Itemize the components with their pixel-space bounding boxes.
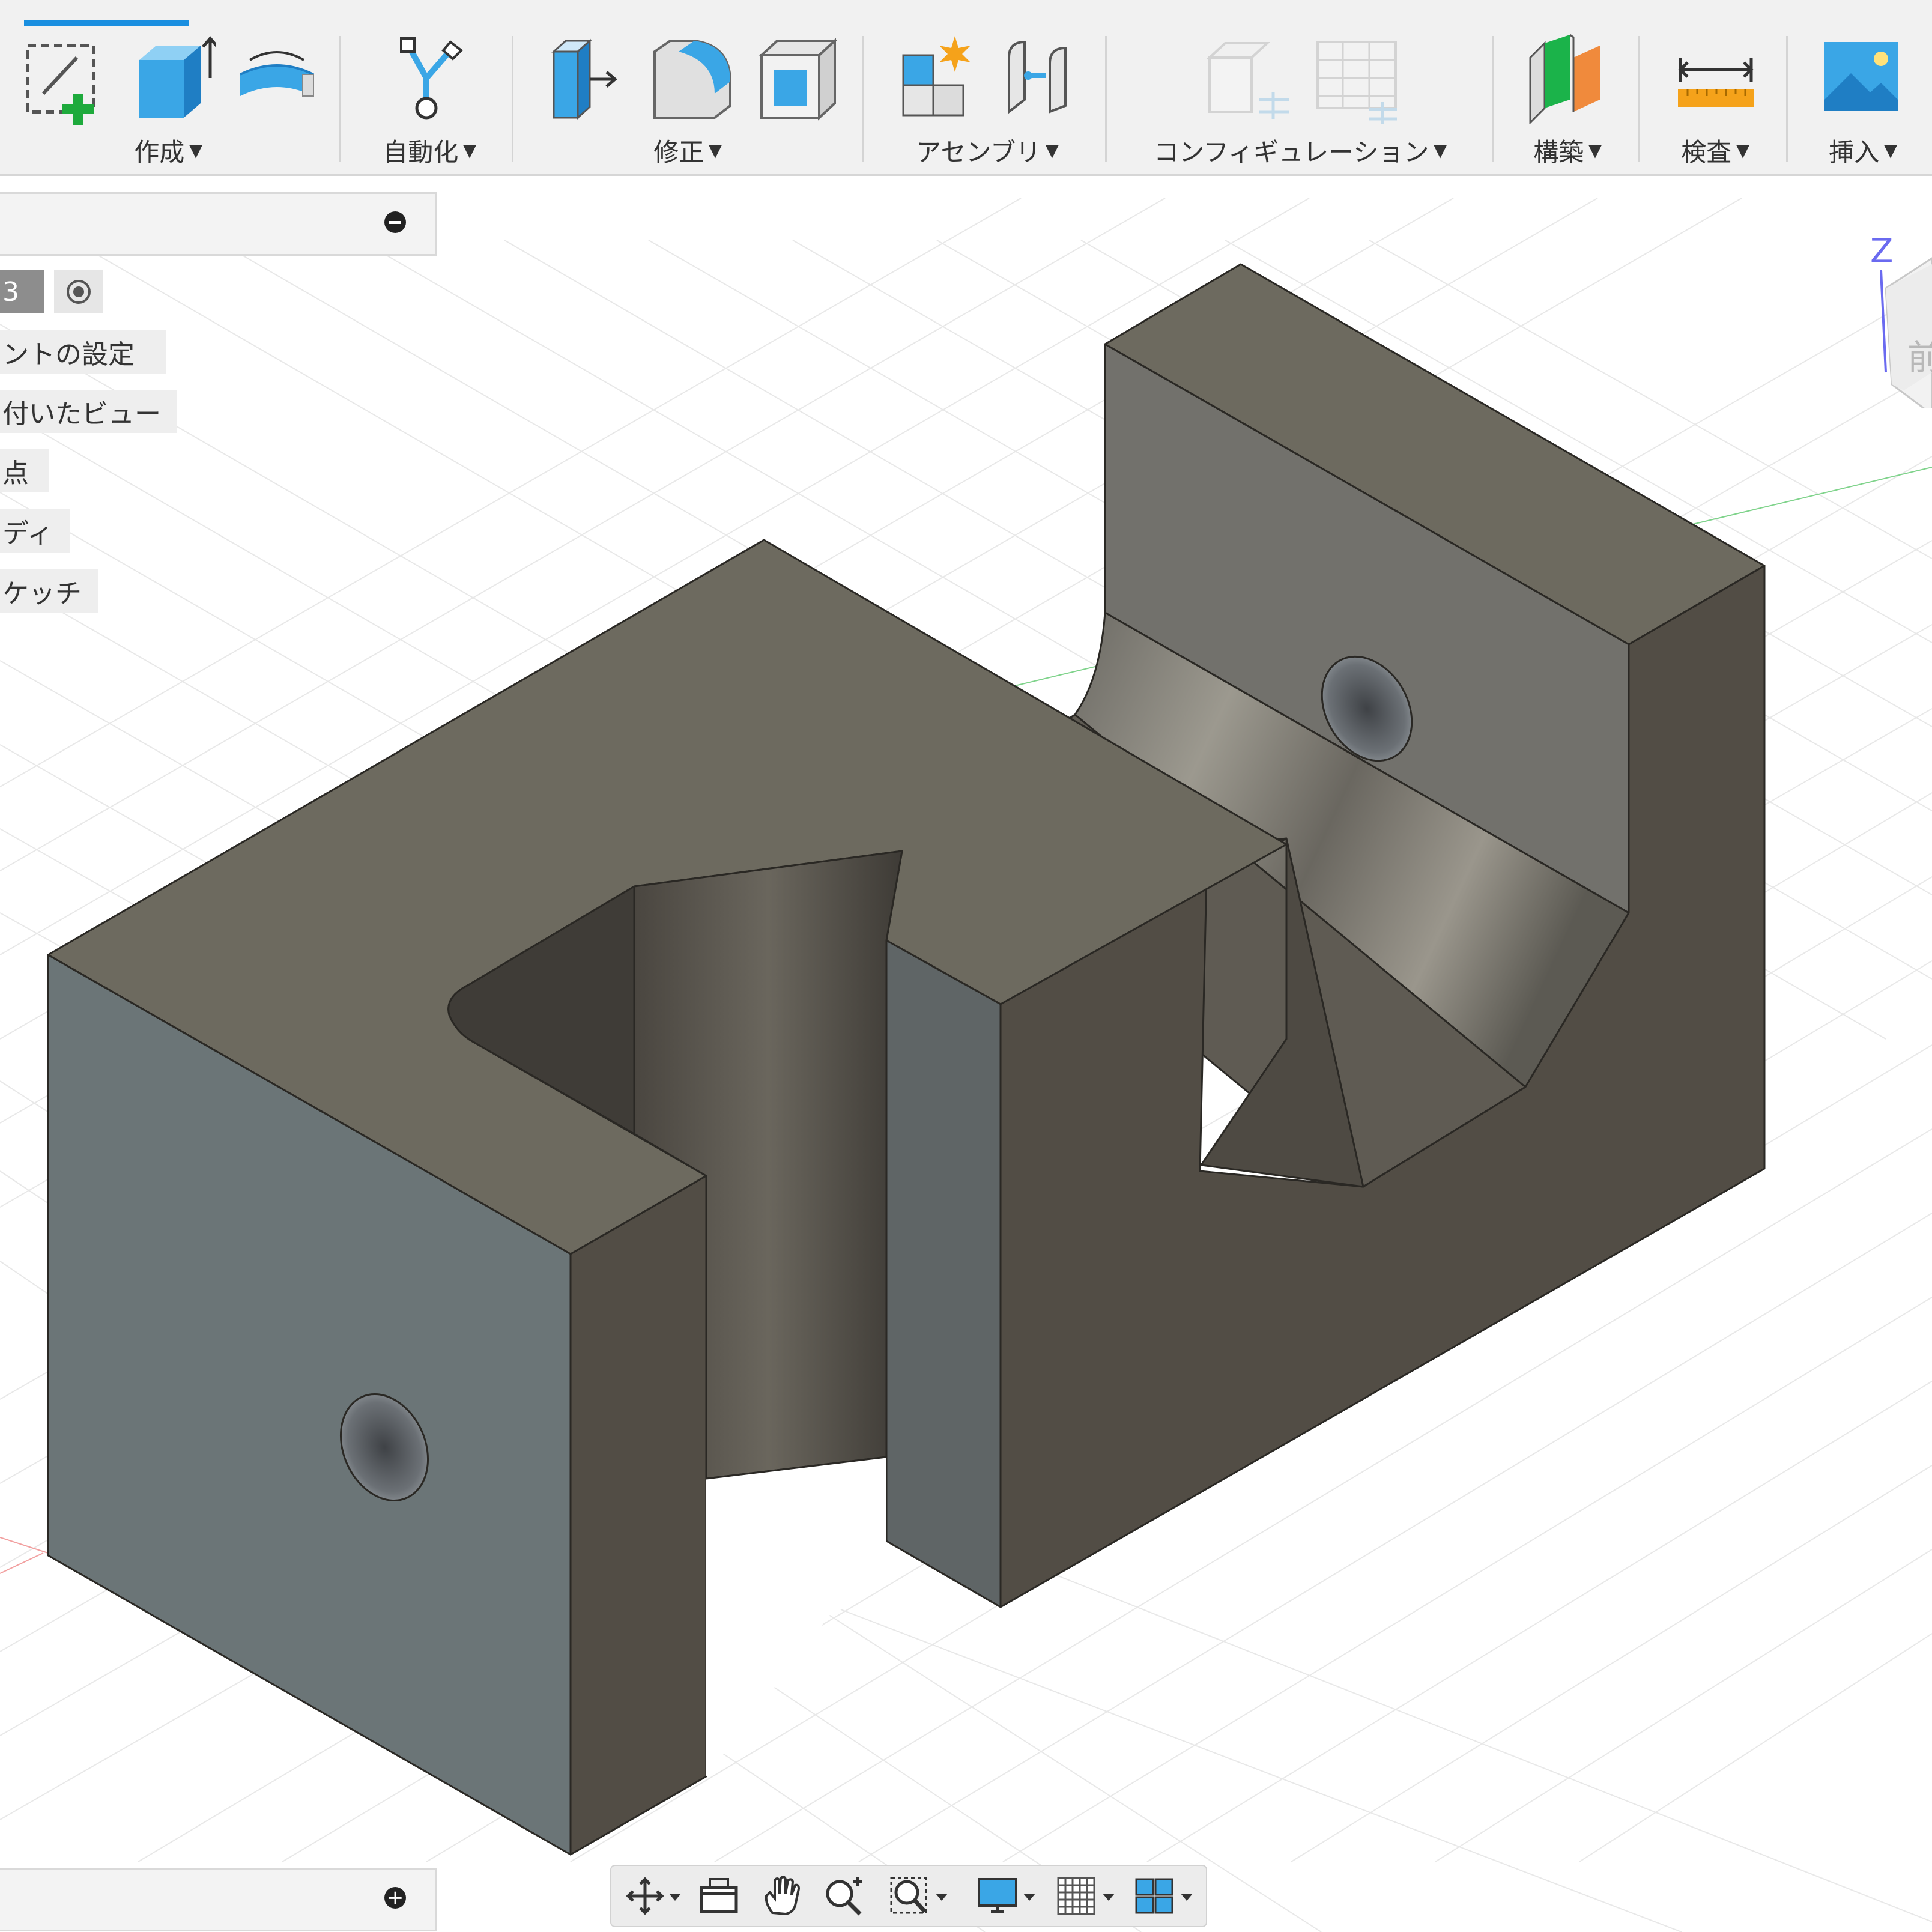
create-dropdown-caret: ▼ (189, 140, 202, 160)
construct-label[interactable]: 構築 ▼ (1507, 132, 1628, 168)
configuration-table-icon[interactable] (1309, 34, 1399, 124)
fit-icon[interactable] (888, 1874, 954, 1918)
toolbar: 作成 ▼ 自動化 ▼ 修正 ▼ アセンブリ ▼ コンフィギュレーション ▼ 構築… (0, 0, 1932, 176)
viewcube-front-label[interactable]: 前 (1907, 329, 1932, 380)
construct-dropdown-caret: ▼ (1588, 140, 1602, 160)
display-settings-icon[interactable] (975, 1874, 1041, 1918)
inspect-label[interactable]: 検査 ▼ (1655, 132, 1775, 168)
model-canvas[interactable] (0, 176, 1932, 1932)
separator (1105, 36, 1107, 162)
automate-dropdown-caret: ▼ (463, 140, 476, 160)
insert-image-icon[interactable] (1818, 34, 1909, 124)
separator (862, 36, 864, 162)
browser-panel-header[interactable] (0, 192, 437, 256)
modify-label[interactable]: 修正 ▼ (631, 132, 745, 168)
browser-item-named-views[interactable]: 付いたビュー (0, 390, 177, 433)
look-at-icon[interactable] (695, 1874, 743, 1918)
browser-item-origin[interactable]: 点 (0, 449, 49, 492)
configure-group[interactable]: コンフィギュレーション ▼ (1129, 30, 1471, 168)
fillet-icon[interactable] (646, 34, 736, 124)
active-component-radio[interactable] (54, 270, 103, 313)
inspect-dropdown-caret: ▼ (1736, 140, 1749, 160)
radio-dot-icon (67, 280, 91, 304)
comments-expand-button[interactable]: + (384, 1887, 406, 1909)
new-component-icon[interactable] (891, 34, 981, 124)
extrude-icon[interactable] (126, 36, 216, 126)
viewcube[interactable] (1868, 228, 1932, 408)
zoom-icon[interactable] (822, 1874, 870, 1918)
browser-collapse-button[interactable] (384, 211, 406, 233)
separator (1492, 36, 1494, 162)
modify-group[interactable]: 修正 ▼ (528, 30, 847, 168)
pan-icon[interactable] (759, 1874, 807, 1918)
model-body[interactable] (47, 263, 1766, 1856)
browser-version-badge: 3 (0, 270, 44, 313)
separator (339, 36, 341, 162)
assemble-dropdown-caret: ▼ (1046, 140, 1059, 160)
separator (512, 36, 513, 162)
insert-dropdown-caret: ▼ (1884, 140, 1897, 160)
right-prong-front-face[interactable] (885, 939, 1002, 1608)
comments-panel-header[interactable] (0, 1868, 437, 1931)
navigation-bar (610, 1865, 1207, 1927)
shell-icon[interactable] (753, 34, 843, 124)
separator (1786, 36, 1788, 162)
revolve-icon[interactable] (232, 36, 322, 126)
orbit-icon[interactable] (623, 1874, 683, 1918)
construct-group[interactable]: 構築 ▼ (1501, 30, 1634, 168)
automate-label[interactable]: 自動化 ▼ (360, 132, 498, 168)
left-prong-side-face[interactable] (569, 1175, 707, 1856)
browser-item-bodies[interactable]: ディ (0, 509, 70, 553)
automate-group[interactable]: 自動化 ▼ (354, 30, 504, 168)
assemble-group[interactable]: アセンブリ ▼ (879, 30, 1095, 168)
assemble-label[interactable]: アセンブリ ▼ (897, 132, 1077, 168)
browser-item-document-settings[interactable]: ントの設定 (0, 330, 166, 374)
press-pull-icon[interactable] (539, 34, 629, 124)
automate-icon[interactable] (384, 34, 474, 124)
y-axis-line (0, 1537, 49, 1574)
grid-settings-icon[interactable] (1055, 1874, 1121, 1918)
construct-plane-icon[interactable] (1523, 34, 1613, 124)
insert-group[interactable]: 挿入 ▼ (1797, 30, 1929, 168)
modify-dropdown-caret: ▼ (709, 140, 722, 160)
joint-icon[interactable] (997, 34, 1087, 124)
insert-label[interactable]: 挿入 ▼ (1803, 132, 1923, 168)
separator (1638, 36, 1640, 162)
browser-item-sketches[interactable]: ケッチ (0, 569, 98, 613)
configuration-icon[interactable] (1201, 34, 1291, 124)
create-group[interactable]: 作成 ▼ (12, 30, 324, 168)
create-label[interactable]: 作成 ▼ (114, 132, 222, 168)
new-sketch-icon[interactable] (19, 36, 109, 126)
inspect-group[interactable]: 検査 ▼ (1649, 30, 1781, 168)
viewports-icon[interactable] (1133, 1874, 1199, 1918)
measure-icon[interactable] (1671, 34, 1761, 124)
canvas-viewport[interactable] (0, 176, 1932, 1932)
configure-dropdown-caret: ▼ (1434, 140, 1447, 160)
active-tab-indicator (24, 20, 189, 26)
configure-label[interactable]: コンフィギュレーション ▼ (1129, 132, 1471, 168)
